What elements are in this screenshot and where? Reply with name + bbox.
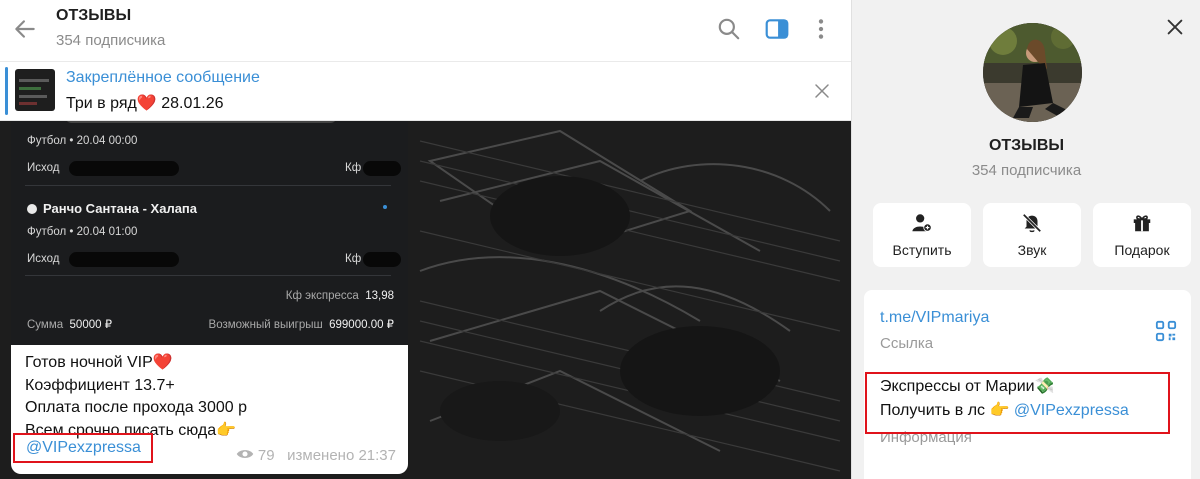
redacted-block bbox=[69, 252, 179, 267]
sound-button[interactable]: Звук bbox=[983, 203, 1081, 267]
more-options-icon[interactable] bbox=[808, 16, 834, 42]
add-user-icon bbox=[912, 214, 932, 232]
join-label: Вступить bbox=[892, 242, 952, 258]
subscriber-count: 354 подписчика bbox=[56, 32, 166, 49]
message-line: Коэффициент 13.7+ bbox=[25, 376, 175, 394]
redacted-block bbox=[69, 161, 179, 176]
pinned-indicator bbox=[5, 67, 8, 115]
bet1-sport-date: Футбол • 20.04 00:00 bbox=[27, 135, 138, 147]
channel-avatar[interactable] bbox=[983, 23, 1082, 122]
pinned-text: Три в ряд❤️ 28.01.26 bbox=[66, 95, 224, 112]
channel-title: ОТЗЫВЫ bbox=[988, 137, 1065, 154]
chat-header: ОТЗЫВЫ 354 подписчика bbox=[0, 0, 851, 62]
message-text: Готов ночной VIP❤️ Коэффициент 13.7+ Опл… bbox=[25, 352, 247, 442]
views-eye-icon bbox=[236, 450, 253, 458]
bet2-sport-date: Футбол • 20.04 01:00 bbox=[27, 226, 138, 238]
gift-label: Подарок bbox=[1114, 242, 1170, 258]
redacted-block bbox=[363, 161, 401, 176]
heart-emoji: ❤️ bbox=[152, 354, 173, 371]
message-line: Готов ночной VIP❤️ bbox=[25, 354, 173, 371]
bet-sum: Сумма 50000 ₽ bbox=[27, 319, 113, 331]
message-meta: 79 изменено 21:37 bbox=[236, 447, 396, 464]
sound-label: Звук bbox=[1017, 242, 1047, 258]
mention-link[interactable]: @VIPexzpressa bbox=[26, 439, 141, 457]
pinned-message-bar[interactable]: Закреплённое сообщение Три в ряд❤️ 28.01… bbox=[0, 62, 851, 121]
channel-subscriber-count: 354 подписчика bbox=[971, 162, 1082, 179]
back-arrow-icon[interactable] bbox=[12, 16, 38, 42]
heart-emoji: ❤️ bbox=[136, 95, 157, 112]
bet1-odds-label: Кф bbox=[345, 162, 362, 174]
pinned-label: Закреплённое сообщение bbox=[66, 69, 260, 86]
join-button[interactable]: Вступить bbox=[873, 203, 971, 267]
qr-code-icon[interactable] bbox=[1155, 320, 1177, 342]
bet2-odds-label: Кф bbox=[345, 253, 362, 265]
chat-title[interactable]: ОТЗЫВЫ bbox=[56, 7, 131, 25]
channel-link[interactable]: t.me/VIPmariya bbox=[880, 309, 989, 327]
gift-icon bbox=[1133, 215, 1151, 232]
possible-win: Возможный выигрыш 699000.00 ₽ bbox=[208, 319, 394, 331]
message-bubble[interactable]: Футбол • 20.04 00:00 Исход Кф Ранчо Сант… bbox=[11, 121, 408, 474]
message-line: Оплата после прохода 3000 р bbox=[25, 399, 247, 416]
status-dot bbox=[383, 205, 387, 209]
bet2-outcome-label: Исход bbox=[27, 253, 60, 265]
bell-muted-icon bbox=[1022, 213, 1042, 233]
bet-slip-image[interactable]: Футбол • 20.04 00:00 Исход Кф Ранчо Сант… bbox=[11, 121, 408, 345]
pointing-hand-emoji: 👉 bbox=[216, 421, 237, 439]
gift-button[interactable]: Подарок bbox=[1093, 203, 1191, 267]
search-icon[interactable] bbox=[716, 16, 742, 42]
close-icon[interactable] bbox=[1164, 16, 1186, 38]
sidebar-toggle-icon[interactable] bbox=[764, 16, 790, 42]
avatar-photo bbox=[983, 23, 1082, 122]
express-odds: Кф экспресса 13,98 bbox=[285, 290, 394, 302]
view-count: 79 bbox=[257, 447, 275, 464]
bet2-match: Ранчо Сантана - Халапа bbox=[27, 201, 197, 216]
chat-pane: ОТЗЫВЫ 354 подписчика Закреплённое сообщ… bbox=[0, 0, 851, 479]
link-caption: Ссылка bbox=[880, 335, 934, 352]
football-icon bbox=[27, 204, 37, 214]
description-highlight-box bbox=[865, 372, 1170, 434]
bet1-outcome-label: Исход bbox=[27, 162, 60, 174]
redacted-block bbox=[363, 252, 401, 267]
pinned-thumbnail bbox=[15, 69, 55, 111]
close-icon[interactable] bbox=[813, 82, 831, 100]
edited-time: изменено 21:37 bbox=[287, 447, 396, 464]
mention-highlight-box: @VIPexzpressa bbox=[13, 433, 153, 463]
